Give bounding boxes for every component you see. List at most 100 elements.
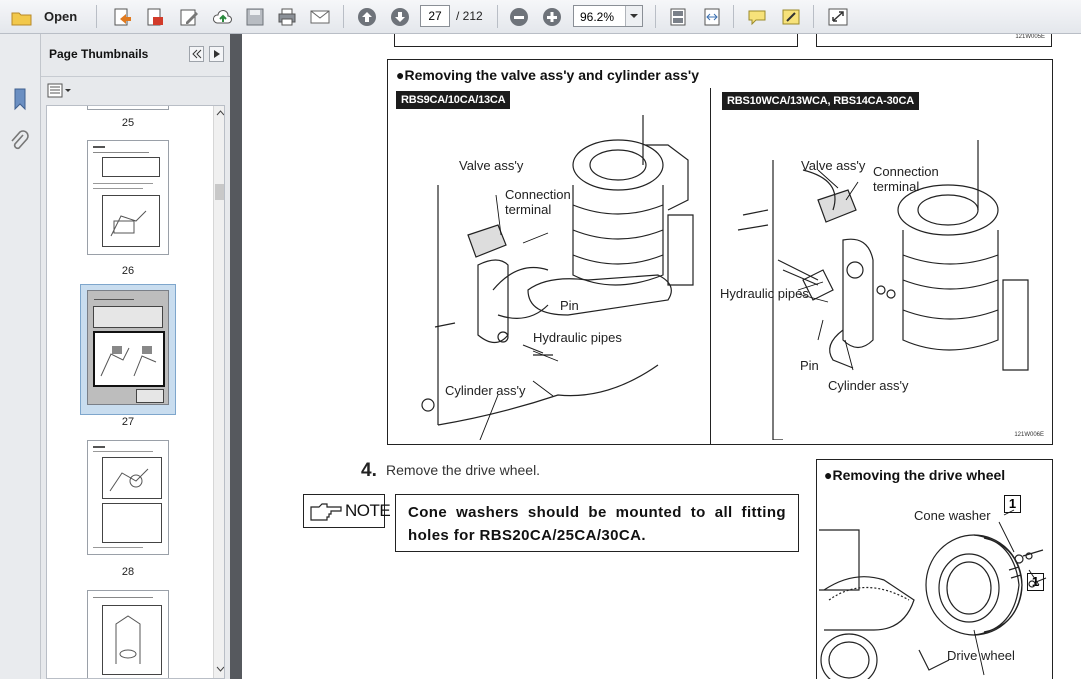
thumbnail-list: 25 26 27 28 [46, 105, 225, 679]
thumbnail-page-26[interactable] [87, 140, 169, 255]
plus-circle-icon [543, 8, 561, 26]
pdf-button[interactable] [141, 5, 167, 28]
thumb-text-line [93, 146, 105, 148]
zoom-dropdown-toggle[interactable] [625, 6, 642, 26]
fit-page-button[interactable] [664, 5, 690, 28]
thumb-diagram-icon [109, 468, 149, 492]
figure-divider [710, 88, 711, 444]
print-button[interactable] [273, 5, 299, 28]
thumbnail-page-29[interactable] [87, 590, 169, 678]
collapse-panel-button[interactable] [189, 46, 204, 62]
thumb-text-line [93, 183, 153, 184]
printer-icon [278, 8, 296, 26]
upload-button[interactable] [209, 5, 235, 28]
create-pdf-button[interactable] [108, 5, 134, 28]
drive-wheel-figure: ●Removing the drive wheel Cone washer 1 … [816, 459, 1053, 679]
figure-title: ●Removing the valve ass'y and cylinder a… [396, 67, 700, 83]
drive-wheel-diagram [819, 509, 1047, 679]
panel-splitter[interactable] [230, 34, 242, 679]
chevron-down-icon [630, 14, 638, 18]
model-tag-right: RBS10WCA/13WCA, RBS14CA-30CA [722, 92, 919, 110]
zoom-level-select[interactable]: 96.2% [573, 5, 643, 27]
step-number: 4. [361, 460, 377, 481]
thumb-text-line [93, 188, 143, 189]
pdf-viewer-window: Open 27 / 212 96.2% Page Thumbnails 25 2… [0, 0, 1081, 679]
page-number-input[interactable]: 27 [420, 5, 450, 27]
arrow-up-circle-icon [358, 8, 376, 26]
thumb-text-line [93, 597, 153, 598]
fit-width-icon [704, 8, 720, 26]
expand-panel-button[interactable] [209, 46, 224, 62]
toolbar-separator [497, 5, 498, 28]
play-right-icon [214, 50, 220, 58]
next-page-button[interactable] [386, 5, 412, 28]
thumbnail-page-28[interactable] [87, 440, 169, 555]
thumb-diagram-icon [100, 346, 157, 377]
page-thumbnails-panel: Page Thumbnails 25 26 27 28 [41, 34, 230, 679]
attachments-button[interactable] [7, 129, 33, 155]
pencil-edit-icon [180, 9, 198, 26]
toolbar-separator [733, 5, 734, 28]
thumbnail-label-26: 26 [121, 265, 135, 277]
note-badge: NOTE [303, 494, 391, 528]
thumbnail-options-button[interactable] [46, 82, 74, 100]
bookmark-icon [14, 88, 26, 111]
thumb-text-line [93, 451, 153, 452]
label-hydraulic-pipes-left: Hydraulic pipes [533, 330, 622, 345]
edit-button[interactable] [175, 5, 201, 28]
scrollbar-thumb[interactable] [215, 184, 224, 200]
comment-button[interactable] [743, 5, 769, 28]
thumbnail-scrollbar[interactable] [213, 106, 225, 678]
toolbar-separator [343, 5, 344, 28]
thumbnails-title: Page Thumbnails [49, 47, 149, 61]
toolbar-separator [813, 5, 814, 28]
label-drive-wheel: Drive wheel [947, 648, 1015, 663]
highlight-button[interactable] [777, 5, 803, 28]
thumb-diagram-icon [110, 210, 147, 237]
expand-button[interactable] [824, 5, 850, 28]
thumb-figure-box [93, 306, 163, 328]
zoom-out-button[interactable] [505, 5, 531, 28]
thumb-diagram-icon [115, 615, 141, 664]
toolbar-separator [96, 5, 97, 28]
page-total-label: / 212 [456, 9, 483, 23]
save-button[interactable] [241, 5, 267, 28]
label-valve-assy-left: Valve ass'y [459, 158, 524, 173]
open-button[interactable]: Open [6, 5, 80, 28]
thumbnail-page-25[interactable] [87, 106, 169, 110]
speech-bubble-icon [748, 10, 766, 26]
note-label: NOTE [345, 501, 391, 520]
expand-arrows-icon [828, 8, 848, 26]
document-export-icon [114, 8, 131, 26]
scroll-down-arrow-icon[interactable] [215, 664, 225, 674]
bookmarks-button[interactable] [7, 86, 33, 112]
paperclip-icon [11, 130, 29, 150]
thumbnail-label-28: 28 [121, 566, 135, 578]
valve-cylinder-figure: ●Removing the valve ass'y and cylinder a… [387, 59, 1053, 445]
label-valve-assy-right: Valve ass'y [801, 158, 866, 173]
email-button[interactable] [306, 5, 332, 28]
label-cylinder-assy-right: Cylinder ass'y [828, 378, 909, 393]
zoom-level-value: 96.2% [580, 10, 615, 24]
thumbnail-label-25: 25 [121, 117, 135, 129]
label-connection-terminal-left: Connection terminal [505, 187, 571, 217]
note-text: Cone washers should be mounted to all fi… [395, 494, 799, 552]
step-text: Remove the drive wheel. [386, 462, 541, 478]
folder-icon [11, 12, 32, 26]
zoom-in-button[interactable] [538, 5, 564, 28]
thumb-text-line [93, 446, 105, 448]
previous-text-box [394, 34, 798, 47]
toolbar: Open 27 / 212 96.2% [0, 0, 1081, 34]
thumbnail-page-27[interactable] [87, 290, 169, 405]
label-hydraulic-pipes-right: Hydraulic pipes [720, 286, 809, 301]
fit-width-button[interactable] [698, 5, 724, 28]
cloud-upload-icon [213, 9, 232, 24]
label-pin-left: Pin [560, 298, 579, 313]
thumb-figure-box [102, 157, 160, 177]
options-menu-icon [47, 83, 71, 98]
previous-page-button[interactable] [353, 5, 379, 28]
pdf-file-icon [147, 8, 163, 26]
label-pin-right: Pin [800, 358, 819, 373]
floppy-save-icon [246, 8, 264, 26]
scroll-up-arrow-icon[interactable] [215, 108, 225, 118]
